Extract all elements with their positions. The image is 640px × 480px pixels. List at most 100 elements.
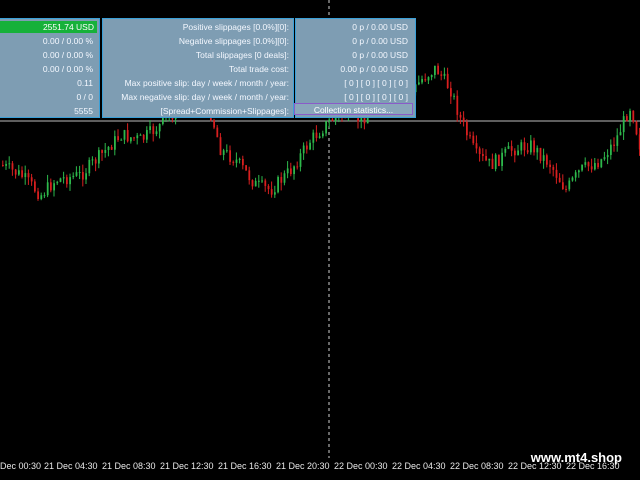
account-value: 0.00 / 0.00 %	[42, 36, 93, 46]
candle-body	[155, 131, 158, 135]
candle-body	[123, 130, 126, 140]
candle-body	[514, 150, 516, 156]
candle-body	[318, 136, 321, 138]
candle-body	[309, 142, 311, 150]
candle-body	[11, 163, 14, 170]
candle-body	[34, 181, 36, 192]
candle-body	[587, 162, 590, 167]
candle-body	[315, 132, 318, 138]
account-row: 0.11	[0, 77, 97, 89]
collection-statistics-button[interactable]: Collection statistics...	[294, 103, 413, 115]
candle-body	[322, 133, 324, 137]
candle-body	[91, 159, 94, 161]
candle-body	[584, 162, 587, 165]
account-value: 0.11	[77, 78, 93, 88]
candle-body	[594, 163, 596, 170]
slippage-labels-panel: Positive slippages [0.0%][0]: Negative s…	[102, 18, 294, 118]
candle-body	[270, 189, 273, 195]
candle-body	[43, 195, 46, 197]
candle-body	[299, 153, 302, 167]
candle-body	[533, 140, 535, 153]
account-value: 5555	[74, 106, 93, 116]
candle-body	[565, 189, 567, 191]
candle-body	[88, 159, 91, 174]
account-row: 0 / 0	[0, 91, 97, 103]
candle-body	[245, 165, 247, 171]
candle-body	[18, 170, 20, 175]
candle-body	[101, 150, 103, 153]
candle-body	[78, 172, 81, 174]
candle-body	[107, 146, 110, 150]
candle-body	[546, 155, 548, 165]
slippage-label-row: Negative slippages [0.0%][0]:	[103, 35, 289, 47]
candle-body	[485, 156, 487, 161]
slippage-value: 0 p / 0.00 USD	[352, 50, 408, 60]
slippage-label-row: Total trade cost:	[103, 63, 289, 75]
slippage-label: Max negative slip: day / week / month / …	[121, 92, 289, 102]
candle-body	[293, 166, 295, 175]
slippage-label: [Spread+Commission+Slippages]:	[160, 106, 289, 116]
candle-body	[494, 154, 497, 169]
candle-body	[488, 158, 491, 161]
candle-body	[30, 177, 33, 182]
candle-body	[82, 172, 84, 180]
balance-value: 2551.74 USD	[0, 21, 97, 33]
candle-body	[27, 173, 30, 178]
candle-body	[542, 155, 545, 161]
candle-body	[254, 180, 257, 187]
candle-body	[482, 154, 484, 157]
candle-body	[302, 145, 305, 154]
x-axis-label: 21 Dec 16:30	[218, 461, 272, 471]
candle-body	[133, 137, 135, 139]
candle-body	[8, 163, 11, 165]
candle-body	[325, 121, 327, 134]
candle-body	[635, 121, 638, 135]
slippage-value-row: [ 0 ] [ 0 ] [ 0 ] [ 0 ]	[296, 91, 415, 103]
candle-body	[274, 192, 276, 195]
candle-body	[46, 182, 49, 196]
candle-body	[578, 170, 580, 173]
slippage-value: [ 0 ] [ 0 ] [ 0 ] [ 0 ]	[344, 92, 408, 102]
candle-body	[622, 116, 625, 133]
candle-body	[24, 173, 27, 178]
slippage-value-row: 0 p / 0.00 USD	[296, 21, 415, 33]
candle-body	[437, 65, 439, 75]
x-axis-label: 22 Dec 04:30	[392, 461, 446, 471]
candle-body	[277, 177, 279, 193]
candle-body	[248, 170, 251, 181]
candle-body	[50, 182, 52, 191]
candle-body	[142, 134, 145, 140]
candle-body	[222, 150, 225, 155]
watermark: www.mt4.shop	[530, 450, 622, 465]
slippage-value: [ 0 ] [ 0 ] [ 0 ] [ 0 ]	[344, 78, 408, 88]
slippage-label: Positive slippages [0.0%][0]:	[182, 22, 289, 32]
candle-body	[158, 123, 161, 132]
candle-body	[286, 168, 289, 174]
candle-body	[59, 178, 62, 182]
candle-body	[571, 177, 574, 181]
balance-row: 2551.74 USD	[0, 21, 97, 33]
candle-body	[430, 74, 433, 78]
candle-body	[14, 169, 17, 175]
account-value: 0 / 0	[76, 92, 93, 102]
candle-body	[466, 121, 468, 136]
slippage-value-row: 0.00 p / 0.00 USD	[296, 63, 415, 75]
candle-body	[306, 145, 308, 150]
x-axis-label: 22 Dec 00:30	[334, 461, 388, 471]
candle-body	[331, 119, 334, 122]
candle-body	[328, 119, 331, 122]
x-axis-label: Dec 00:30	[0, 461, 42, 471]
candle-body	[501, 152, 503, 166]
slippage-label-row: Positive slippages [0.0%][0]:	[103, 21, 289, 33]
candle-body	[626, 116, 628, 122]
slippage-label-row: Total slippages [0 deals]:	[103, 49, 289, 61]
candle-body	[110, 146, 113, 150]
candle-body	[523, 142, 526, 151]
candle-body	[283, 173, 286, 183]
candle-body	[238, 158, 241, 160]
candle-body	[462, 117, 465, 122]
candle-body	[21, 170, 23, 178]
candle-body	[235, 159, 238, 163]
candle-body	[459, 114, 462, 118]
candle-body	[507, 146, 510, 149]
